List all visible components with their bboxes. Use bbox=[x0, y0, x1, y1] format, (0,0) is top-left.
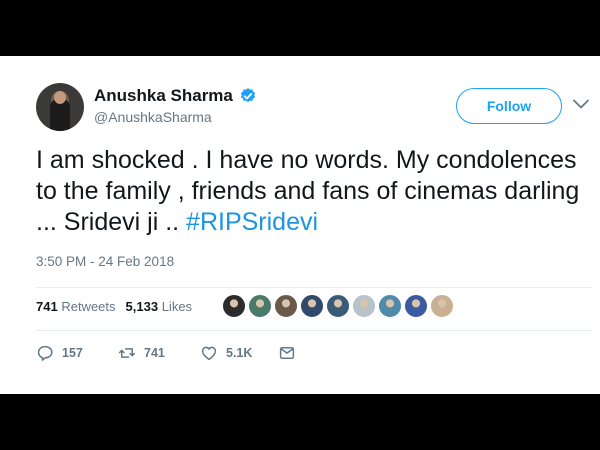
letterbox-top bbox=[0, 0, 600, 56]
liker-avatar[interactable] bbox=[326, 294, 350, 318]
likes-count: 5,133 bbox=[125, 299, 159, 314]
liker-avatar[interactable] bbox=[352, 294, 376, 318]
verified-badge-icon bbox=[240, 88, 256, 103]
reply-icon bbox=[37, 345, 53, 361]
retweet-count: 741 bbox=[144, 346, 165, 360]
message-button[interactable] bbox=[278, 342, 296, 364]
user-name[interactable]: Anushka Sharma bbox=[94, 86, 233, 106]
hashtag-link[interactable]: #RIPSridevi bbox=[186, 208, 318, 236]
like-count: 5.1K bbox=[226, 346, 253, 360]
likes-label: Likes bbox=[161, 299, 193, 314]
like-button[interactable]: 5.1K bbox=[200, 342, 252, 364]
tweet-text: I am shocked . I have no words. My condo… bbox=[36, 145, 581, 238]
liker-avatar[interactable] bbox=[274, 294, 298, 318]
reply-count: 157 bbox=[62, 346, 83, 360]
liker-avatar[interactable] bbox=[222, 294, 246, 318]
retweet-icon bbox=[118, 348, 136, 358]
chevron-down-icon[interactable] bbox=[572, 97, 590, 111]
divider bbox=[36, 330, 592, 331]
tweet-actions: 157 741 5.1K bbox=[36, 342, 336, 364]
heart-icon bbox=[201, 346, 217, 361]
liker-avatar[interactable] bbox=[248, 294, 272, 318]
divider bbox=[36, 287, 592, 288]
avatar[interactable] bbox=[36, 83, 84, 131]
retweets-stat[interactable]: 741 Retweets bbox=[36, 299, 116, 314]
liker-avatar[interactable] bbox=[378, 294, 402, 318]
retweet-button[interactable]: 741 bbox=[118, 342, 165, 364]
follow-button[interactable]: Follow bbox=[456, 88, 562, 124]
liker-avatar[interactable] bbox=[300, 294, 324, 318]
tweet-card: Anushka Sharma @AnushkaSharma Follow I a… bbox=[0, 56, 600, 394]
liker-avatar[interactable] bbox=[404, 294, 428, 318]
letterbox-bottom bbox=[0, 394, 600, 450]
tweet-timestamp[interactable]: 3:50 PM - 24 Feb 2018 bbox=[36, 254, 174, 269]
retweets-count: 741 bbox=[36, 299, 58, 314]
user-handle[interactable]: @AnushkaSharma bbox=[94, 109, 212, 125]
likes-stat[interactable]: 5,133 Likes bbox=[126, 299, 193, 314]
retweets-label: Retweets bbox=[61, 299, 116, 314]
avatar-face bbox=[54, 91, 66, 104]
direct-message-icon bbox=[279, 347, 295, 359]
reply-button[interactable]: 157 bbox=[36, 342, 83, 364]
engagement-stats: 741 Retweets 5,133 Likes bbox=[36, 299, 192, 314]
liker-avatar[interactable] bbox=[430, 294, 454, 318]
